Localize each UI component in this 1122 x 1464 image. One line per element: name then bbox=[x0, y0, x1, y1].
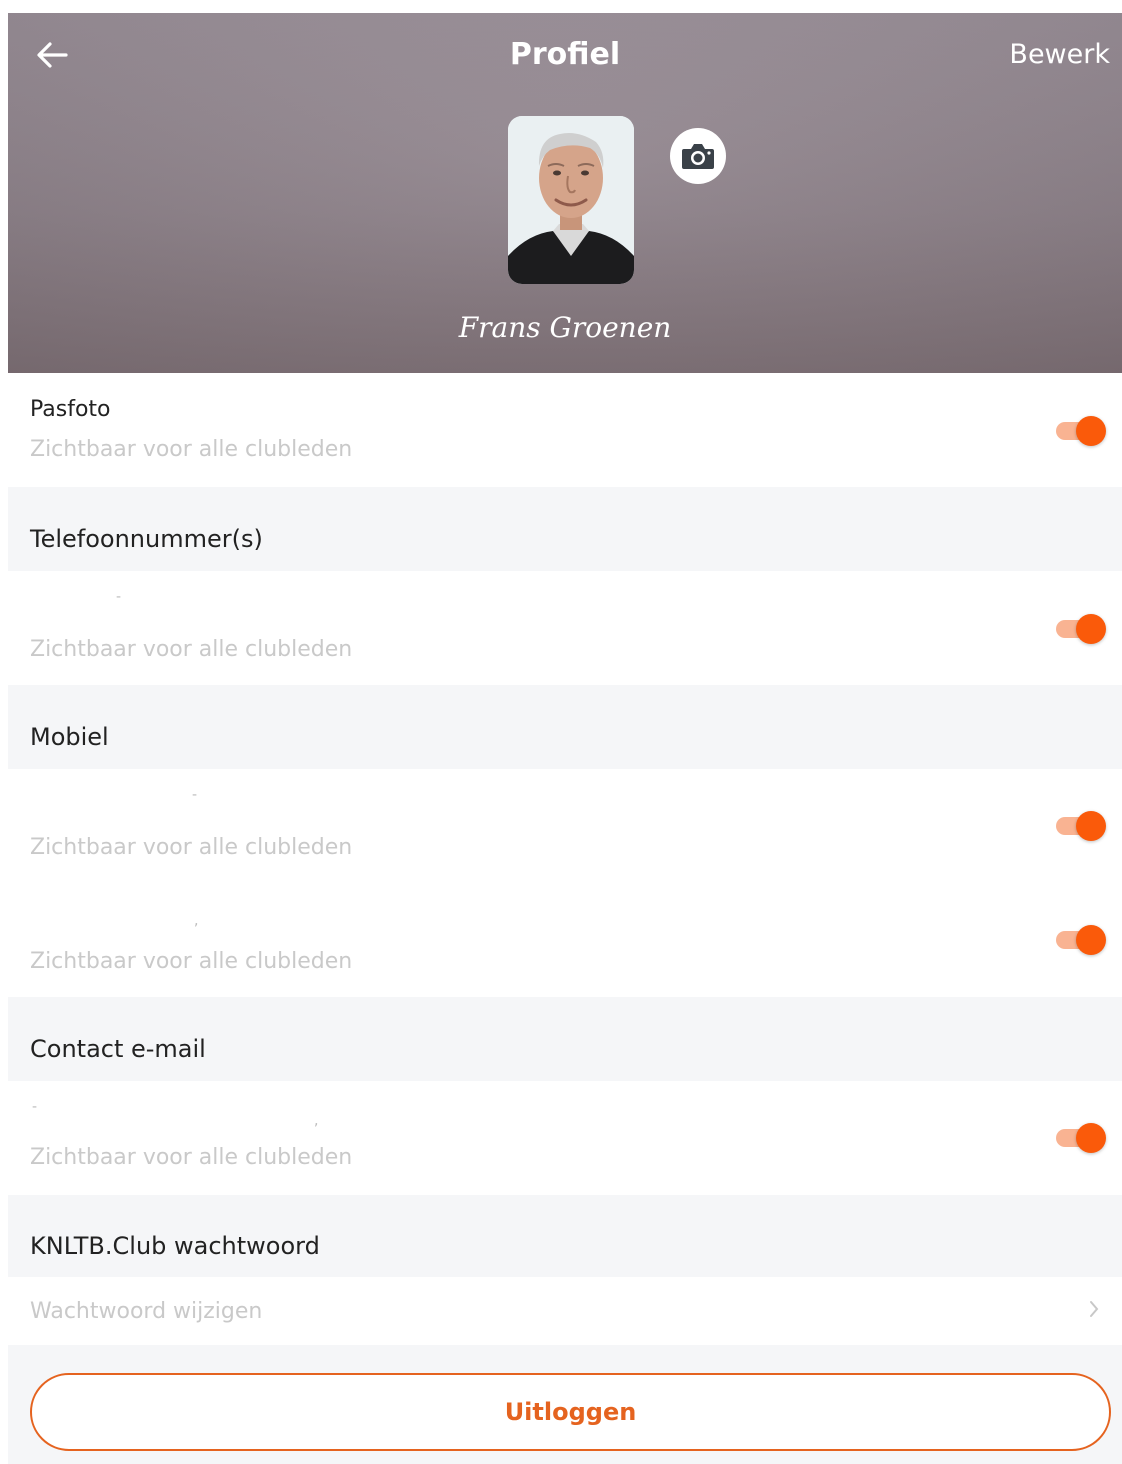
section-label-email: Contact e-mail bbox=[30, 1035, 206, 1063]
mobiel-row-1: - Zichtbaar voor alle clubleden bbox=[8, 769, 1122, 883]
edit-button[interactable]: Bewerk bbox=[1009, 35, 1110, 75]
section-telefoon: Telefoonnummer(s) bbox=[8, 487, 1122, 571]
user-name: Frans Groenen bbox=[458, 311, 672, 344]
toggle-knob bbox=[1076, 1123, 1106, 1153]
section-label-mobiel: Mobiel bbox=[30, 723, 109, 751]
email-visibility: Zichtbaar voor alle clubleden bbox=[30, 1145, 353, 1170]
section-email: Contact e-mail bbox=[8, 997, 1122, 1081]
section-label-password: KNLTB.Club wachtwoord bbox=[30, 1232, 320, 1260]
logout-button[interactable]: Uitloggen bbox=[30, 1373, 1111, 1451]
camera-icon bbox=[682, 144, 714, 169]
telefoon-value: - bbox=[116, 589, 122, 605]
toggle-knob bbox=[1076, 925, 1106, 955]
change-password-row[interactable]: Wachtwoord wijzigen bbox=[8, 1277, 1122, 1345]
mobiel-visibility-2: Zichtbaar voor alle clubleden bbox=[30, 949, 353, 974]
email-value-2: , bbox=[314, 1113, 319, 1129]
section-password: KNLTB.Club wachtwoord bbox=[8, 1195, 1122, 1277]
email-toggle[interactable] bbox=[1056, 1123, 1106, 1153]
pasfoto-row: Pasfoto Zichtbaar voor alle clubleden bbox=[8, 373, 1122, 487]
mobiel-toggle-1[interactable] bbox=[1056, 811, 1106, 841]
toggle-knob bbox=[1076, 811, 1106, 841]
toggle-knob bbox=[1076, 614, 1106, 644]
section-mobiel: Mobiel bbox=[8, 685, 1122, 769]
mobiel-value-1: - bbox=[192, 787, 198, 803]
pasfoto-label: Pasfoto bbox=[30, 397, 111, 422]
mobiel-value-2: , bbox=[194, 913, 199, 929]
change-photo-button[interactable] bbox=[670, 128, 726, 184]
telefoon-row: - Zichtbaar voor alle clubleden bbox=[8, 571, 1122, 685]
telefoon-visibility: Zichtbaar voor alle clubleden bbox=[30, 637, 353, 662]
change-password-label: Wachtwoord wijzigen bbox=[30, 1299, 263, 1324]
toggle-knob bbox=[1076, 416, 1106, 446]
section-label-telefoon: Telefoonnummer(s) bbox=[30, 525, 263, 553]
email-row: - , Zichtbaar voor alle clubleden bbox=[8, 1081, 1122, 1195]
profile-header: Profiel Bewerk Frans Groenen bbox=[8, 13, 1122, 373]
avatar bbox=[508, 116, 634, 284]
mobiel-row-2: , Zichtbaar voor alle clubleden bbox=[8, 883, 1122, 997]
page-title: Profiel bbox=[509, 37, 621, 72]
telefoon-toggle[interactable] bbox=[1056, 614, 1106, 644]
chevron-right-icon bbox=[1088, 1299, 1100, 1325]
avatar-photo bbox=[508, 116, 634, 284]
pasfoto-visibility: Zichtbaar voor alle clubleden bbox=[30, 437, 353, 462]
mobiel-toggle-2[interactable] bbox=[1056, 925, 1106, 955]
pasfoto-toggle[interactable] bbox=[1056, 416, 1106, 446]
email-value: - bbox=[32, 1099, 38, 1115]
mobiel-visibility-1: Zichtbaar voor alle clubleden bbox=[30, 835, 353, 860]
